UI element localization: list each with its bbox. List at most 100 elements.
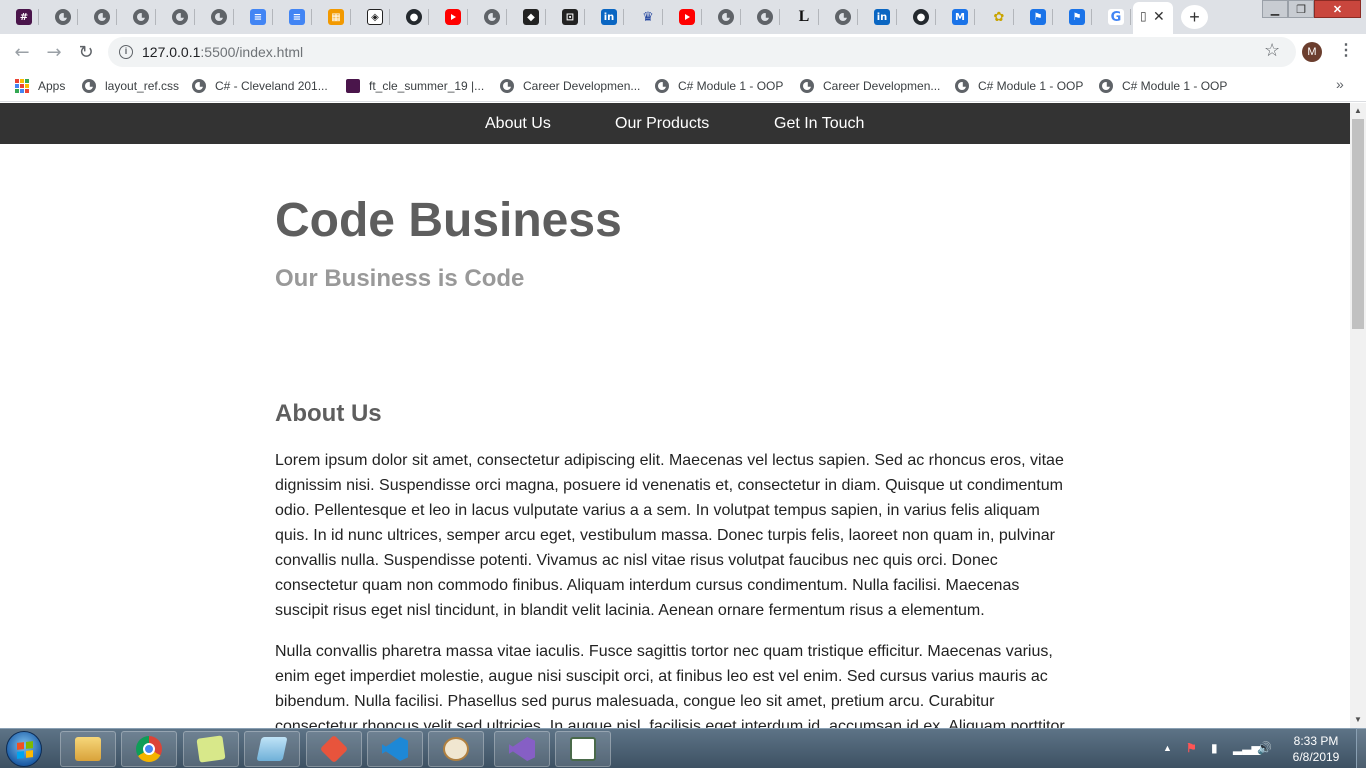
- browser-tab[interactable]: ♛: [624, 0, 663, 34]
- start-button[interactable]: [6, 731, 42, 767]
- browser-tab[interactable]: [156, 0, 195, 34]
- scroll-up-arrow-icon[interactable]: ▲: [1350, 103, 1366, 119]
- browser-tab[interactable]: ◆: [507, 0, 546, 34]
- taskbar-app-button[interactable]: [494, 731, 550, 767]
- taskbar-app-button[interactable]: [367, 731, 423, 767]
- back-button[interactable]: ←: [10, 40, 34, 64]
- taskbar-app-button[interactable]: [555, 731, 611, 767]
- nav-link-get-in-touch[interactable]: Get In Touch: [774, 115, 864, 133]
- browser-tab[interactable]: in: [858, 0, 897, 34]
- taskbar-app-button[interactable]: [428, 731, 484, 767]
- tab-separator: [1013, 9, 1014, 25]
- browser-tab[interactable]: M: [936, 0, 975, 34]
- browser-tab[interactable]: ≡: [273, 0, 312, 34]
- browser-tab[interactable]: G: [1092, 0, 1131, 34]
- bookmark-item[interactable]: Career Developmen...: [500, 76, 640, 96]
- browser-tab[interactable]: ◈: [351, 0, 390, 34]
- browser-tab[interactable]: ≡: [234, 0, 273, 34]
- url-text[interactable]: 127.0.0.1:5500/index.html: [142, 44, 303, 60]
- page-scrollbar[interactable]: ▲ ▼: [1350, 103, 1366, 728]
- nav-link-our-products[interactable]: Our Products: [615, 115, 709, 133]
- bookmark-label: Apps: [38, 79, 66, 93]
- windows-logo-pane: [26, 750, 33, 758]
- browser-tab[interactable]: L: [780, 0, 819, 34]
- browser-tab[interactable]: [78, 0, 117, 34]
- crown-icon: ♛: [642, 9, 654, 25]
- action-center-flag-icon[interactable]: ⚑: [1186, 737, 1197, 759]
- taskbar-app-button[interactable]: [121, 731, 177, 767]
- bookmarks-overflow-icon[interactable]: »: [1336, 76, 1344, 92]
- bookmark-star-icon[interactable]: ☆: [1264, 40, 1280, 61]
- taskbar-app-button[interactable]: [60, 731, 116, 767]
- blue-app-icon: M: [952, 9, 968, 25]
- globe-icon: [133, 9, 149, 25]
- bookmark-label: ft_cle_summer_19 |...: [369, 79, 485, 93]
- system-clock[interactable]: 8:33 PM 6/8/2019: [1284, 733, 1348, 765]
- bookmark-item[interactable]: C# Module 1 - OOP: [955, 76, 1083, 96]
- browser-tab[interactable]: [195, 0, 234, 34]
- tab-separator: [116, 9, 117, 25]
- browser-tab[interactable]: [429, 0, 468, 34]
- apps-grid-dot: [20, 79, 24, 83]
- bookmark-item[interactable]: C# Module 1 - OOP: [655, 76, 783, 96]
- maximize-button[interactable]: ❐: [1288, 0, 1314, 18]
- bookmark-label: layout_ref.css: [105, 79, 180, 93]
- bookmark-item[interactable]: layout_ref.css: [82, 76, 179, 96]
- browser-tab[interactable]: ▦: [312, 0, 351, 34]
- tab-separator: [272, 9, 273, 25]
- browser-tab[interactable]: ✿: [975, 0, 1014, 34]
- github-icon: ●: [913, 9, 929, 25]
- volume-icon[interactable]: 🔊: [1257, 737, 1272, 759]
- bookmark-item[interactable]: ft_cle_summer_19 |...: [346, 76, 484, 96]
- reload-button[interactable]: ↻: [74, 40, 98, 64]
- browser-tab[interactable]: in: [585, 0, 624, 34]
- taskbar-app-button[interactable]: [183, 731, 239, 767]
- browser-tab[interactable]: #: [0, 0, 39, 34]
- dark-app-icon: ◆: [523, 9, 539, 25]
- bookmark-item[interactable]: C# - Cleveland 201...: [192, 76, 328, 96]
- browser-tab[interactable]: ●: [390, 0, 429, 34]
- site-info-icon[interactable]: i: [119, 45, 133, 59]
- active-tab[interactable]: ▯ ✕: [1133, 2, 1173, 34]
- browser-tab[interactable]: ⊡: [546, 0, 585, 34]
- taskbar-app-button[interactable]: [244, 731, 300, 767]
- bookmark-label: C# Module 1 - OOP: [1122, 79, 1228, 93]
- show-desktop-button[interactable]: [1356, 728, 1366, 768]
- tab-separator: [38, 9, 39, 25]
- bookmark-item[interactable]: Apps: [15, 76, 65, 96]
- close-tab-icon[interactable]: ✕: [1153, 8, 1165, 25]
- browser-tab[interactable]: [117, 0, 156, 34]
- taskbar-app-button[interactable]: [306, 731, 362, 767]
- browser-tab[interactable]: [741, 0, 780, 34]
- close-window-button[interactable]: ✕: [1314, 0, 1361, 18]
- paint-icon: [443, 737, 469, 761]
- browser-tab[interactable]: [663, 0, 702, 34]
- globe-icon: [55, 9, 71, 25]
- profile-avatar[interactable]: M: [1302, 42, 1322, 62]
- power-icon[interactable]: ▮: [1211, 737, 1218, 759]
- bookmark-item[interactable]: C# Module 1 - OOP: [1099, 76, 1227, 96]
- browser-menu-icon[interactable]: ⋮: [1338, 40, 1354, 60]
- youtube-icon: [679, 9, 695, 25]
- browser-tab[interactable]: [39, 0, 78, 34]
- forward-button[interactable]: →: [42, 40, 66, 64]
- tab-separator: [857, 9, 858, 25]
- address-bar[interactable]: i 127.0.0.1:5500/index.html: [108, 37, 1296, 67]
- browser-tab[interactable]: [468, 0, 507, 34]
- scroll-thumb[interactable]: [1352, 119, 1364, 329]
- flag-icon: ⚑: [1030, 9, 1046, 25]
- browser-tab[interactable]: [819, 0, 858, 34]
- globe-icon: [192, 79, 206, 93]
- scroll-down-arrow-icon[interactable]: ▼: [1350, 712, 1366, 728]
- new-tab-button[interactable]: +: [1181, 5, 1208, 29]
- nav-link-about-us[interactable]: About Us: [485, 115, 551, 133]
- browser-tab[interactable]: [702, 0, 741, 34]
- minimize-button[interactable]: ▁: [1262, 0, 1288, 18]
- browser-tab[interactable]: ●: [897, 0, 936, 34]
- show-hidden-icons-icon[interactable]: ▲: [1163, 737, 1172, 759]
- browser-tab[interactable]: ⚑: [1053, 0, 1092, 34]
- apps-grid-dot: [15, 89, 19, 93]
- browser-tab[interactable]: ⚑: [1014, 0, 1053, 34]
- globe-icon: [500, 79, 514, 93]
- bookmark-item[interactable]: Career Developmen...: [800, 76, 940, 96]
